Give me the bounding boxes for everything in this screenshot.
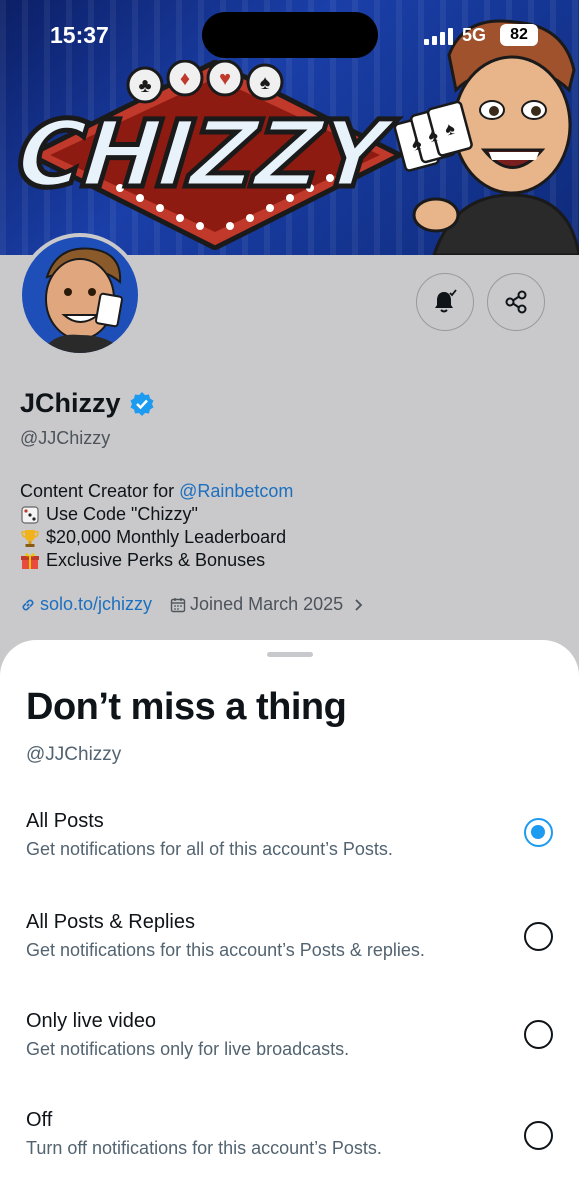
radio-all-posts-replies[interactable]: [524, 922, 553, 951]
svg-text:♠: ♠: [260, 72, 271, 94]
svg-text:♥: ♥: [219, 68, 231, 90]
sheet-title: Don’t miss a thing: [26, 686, 347, 728]
option-off[interactable]: Off Turn off notifications for this acco…: [0, 1109, 579, 1189]
notification-settings-sheet: Don’t miss a thing @JJChizzy All Posts G…: [0, 640, 579, 1200]
battery-level: 82: [510, 26, 528, 43]
gift-icon: [21, 552, 39, 569]
chevron-right-icon[interactable]: [351, 598, 365, 612]
option-title: Only live video: [26, 1010, 157, 1032]
bell-check-icon: [435, 289, 457, 313]
option-title: All Posts & Replies: [26, 911, 195, 933]
profile-meta-row: solo.to/jchizzy Joined March 2025: [20, 594, 365, 615]
option-all-posts-replies[interactable]: All Posts & Replies Get notifications fo…: [0, 911, 579, 991]
bio-text: Use Code "Chizzy": [46, 504, 198, 524]
option-title: All Posts: [26, 810, 104, 832]
share-button[interactable]: [487, 273, 545, 331]
bio-text: Content Creator for: [20, 481, 180, 501]
svg-text:♦: ♦: [180, 68, 190, 90]
option-only-live-video[interactable]: Only live video Get notifications only f…: [0, 1010, 579, 1090]
dice-icon: [21, 505, 39, 524]
option-description: Get notifications for this account’s Pos…: [26, 940, 425, 960]
calendar-icon: [170, 597, 186, 612]
option-all-posts[interactable]: All Posts Get notifications for all of t…: [0, 810, 579, 890]
bio-line: $20,000 Monthly Leaderboard: [20, 526, 293, 549]
sheet-grabber[interactable]: [267, 652, 313, 657]
option-description: Turn off notifications for this account’…: [26, 1138, 382, 1158]
bio-line: Exclusive Perks & Bonuses: [20, 549, 293, 572]
banner-logo-text: CHIZZY: [10, 99, 393, 211]
dynamic-island: [202, 12, 378, 58]
profile-handle: @JJChizzy: [20, 428, 111, 448]
bio-text: Exclusive Perks & Bonuses: [46, 550, 266, 570]
share-icon: [505, 290, 527, 314]
bio-mention-link[interactable]: @Rainbetcom: [179, 480, 293, 503]
joined-date[interactable]: Joined March 2025: [190, 594, 343, 615]
website-link[interactable]: solo.to/jchizzy: [40, 594, 152, 615]
trophy-icon: [21, 529, 39, 547]
radio-off[interactable]: [524, 1121, 553, 1150]
avatar[interactable]: [18, 233, 142, 357]
radio-only-live-video[interactable]: [524, 1020, 553, 1049]
network-type: 5G: [462, 25, 487, 45]
notifications-button[interactable]: [416, 273, 474, 331]
bio-text: $20,000 Monthly Leaderboard: [46, 527, 287, 547]
avatar-illustration: [22, 237, 138, 353]
battery-icon: 82: [500, 24, 538, 46]
link-icon: [22, 599, 34, 610]
option-title: Off: [26, 1109, 53, 1131]
profile-bio: Content Creator for @Rainbetcom Use Code…: [20, 480, 293, 572]
radio-all-posts[interactable]: [524, 818, 553, 847]
option-description: Get notifications only for live broadcas…: [26, 1039, 350, 1059]
svg-text:♣: ♣: [138, 75, 151, 97]
bio-line: Use Code "Chizzy": [20, 503, 293, 526]
sheet-handle: @JJChizzy: [26, 744, 122, 765]
status-time: 15:37: [50, 22, 109, 48]
status-bar: 15:37 5G 82: [0, 0, 579, 70]
cellular-signal-icon: [424, 28, 453, 45]
profile-name: JChizzy: [20, 388, 121, 418]
option-description: Get notifications for all of this accoun…: [26, 839, 393, 859]
verified-badge-icon[interactable]: [129, 391, 155, 417]
profile-name-row: JChizzy: [20, 388, 155, 419]
bio-line: Content Creator for @Rainbetcom: [20, 480, 293, 503]
